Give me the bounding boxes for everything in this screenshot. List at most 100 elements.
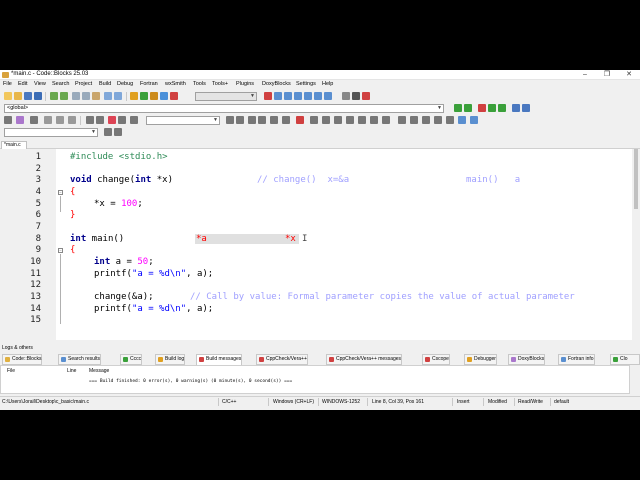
- find-next-icon[interactable]: [236, 116, 244, 124]
- split-icon[interactable]: [410, 116, 418, 124]
- search-select[interactable]: ▼: [146, 116, 220, 125]
- back-icon[interactable]: [86, 116, 94, 124]
- view-icon[interactable]: [446, 116, 454, 124]
- menu-wxsmith[interactable]: wxSmith: [165, 81, 186, 87]
- menu-view[interactable]: View: [34, 81, 46, 87]
- block-comment-icon[interactable]: [56, 116, 64, 124]
- next-change-icon[interactable]: [522, 104, 530, 112]
- menu-help[interactable]: Help: [322, 81, 333, 87]
- debug-icon[interactable]: [264, 92, 272, 100]
- cut-icon[interactable]: [72, 92, 80, 100]
- pointer-icon[interactable]: [296, 116, 304, 124]
- menu-build[interactable]: Build: [99, 81, 111, 87]
- uncomment-icon[interactable]: [68, 116, 76, 124]
- new-file-icon[interactable]: [4, 92, 12, 100]
- vertical-scroll-thumb[interactable]: [634, 149, 638, 209]
- rebuild-icon[interactable]: [160, 92, 168, 100]
- paste-icon[interactable]: [92, 92, 100, 100]
- doxywizard-icon[interactable]: [16, 116, 24, 124]
- symbol-c-icon[interactable]: [470, 116, 478, 124]
- copy-icon[interactable]: [82, 92, 90, 100]
- menu-file[interactable]: File: [3, 81, 12, 87]
- zoom-icon[interactable]: [422, 116, 430, 124]
- build-icon[interactable]: [130, 92, 138, 100]
- regex-icon[interactable]: [130, 116, 138, 124]
- tab-doxyblocks[interactable]: DoxyBlocks: [508, 354, 546, 365]
- next-icon[interactable]: [114, 128, 122, 136]
- save-icon[interactable]: [24, 92, 32, 100]
- tab-cscope[interactable]: Cscope: [422, 354, 450, 365]
- rectangle-icon[interactable]: [310, 116, 318, 124]
- maximize-button[interactable]: ❐: [596, 70, 618, 79]
- tab-cccc[interactable]: Cccc: [120, 354, 143, 365]
- next-bookmark-icon[interactable]: [498, 104, 506, 112]
- column-line[interactable]: Line: [67, 368, 76, 374]
- menu-debug[interactable]: Debug: [117, 81, 133, 87]
- replace-all-icon[interactable]: [258, 116, 266, 124]
- prev-bookmark-icon[interactable]: [488, 104, 496, 112]
- save-all-icon[interactable]: [34, 92, 42, 100]
- list-icon[interactable]: [382, 116, 390, 124]
- match-case-icon[interactable]: [118, 116, 126, 124]
- find-prev-icon[interactable]: [226, 116, 234, 124]
- menu-settings[interactable]: Settings: [296, 81, 316, 87]
- menu-plugins[interactable]: Plugins: [236, 81, 254, 87]
- close-button[interactable]: ✕: [618, 70, 640, 79]
- tab-cppcheck-vera-messages[interactable]: CppCheck/Vera++ messages: [326, 354, 403, 365]
- line-comment-icon[interactable]: [44, 116, 52, 124]
- find-all-icon[interactable]: [248, 116, 256, 124]
- insert-icon[interactable]: [334, 116, 342, 124]
- replace-icon[interactable]: [114, 92, 122, 100]
- menu-project[interactable]: Project: [75, 81, 92, 87]
- grid-icon[interactable]: [346, 116, 354, 124]
- run-icon[interactable]: [140, 92, 148, 100]
- menu-doxyblocks[interactable]: DoxyBlocks: [262, 81, 291, 87]
- menu-search[interactable]: Search: [52, 81, 69, 87]
- tab-cppcheck-vera[interactable]: CppCheck/Vera++: [256, 354, 308, 365]
- step-out-icon[interactable]: [304, 92, 312, 100]
- tab-clo[interactable]: Clo: [610, 354, 640, 365]
- abort-icon[interactable]: [170, 92, 178, 100]
- toggle-bookmark-icon[interactable]: [478, 104, 486, 112]
- redo-icon[interactable]: [60, 92, 68, 100]
- tab-fortran-info[interactable]: Fortran info: [558, 354, 595, 365]
- stop-debugger-icon[interactable]: [362, 92, 370, 100]
- build-target-select[interactable]: ▼: [195, 92, 257, 101]
- tab-debugger[interactable]: Debugger: [464, 354, 497, 365]
- menu-edit[interactable]: Edit: [18, 81, 27, 87]
- jump-forward-icon[interactable]: [464, 104, 472, 112]
- fold-toggle-icon[interactable]: −: [58, 248, 63, 253]
- box-icon[interactable]: [398, 116, 406, 124]
- break-debugger-icon[interactable]: [342, 92, 350, 100]
- fold-toggle-icon[interactable]: −: [58, 190, 63, 195]
- refresh-icon[interactable]: [434, 116, 442, 124]
- menu-tools[interactable]: Tools: [193, 81, 206, 87]
- build-and-run-icon[interactable]: [150, 92, 158, 100]
- goto-icon[interactable]: [270, 116, 278, 124]
- settings-icon[interactable]: [282, 116, 290, 124]
- undo-icon[interactable]: [50, 92, 58, 100]
- tab-build-log[interactable]: Build log: [155, 354, 186, 365]
- step-into-icon[interactable]: [294, 92, 302, 100]
- menu-fortran[interactable]: Fortran: [140, 81, 158, 87]
- tab-search-results[interactable]: Search results: [58, 354, 101, 365]
- tab-build-messages[interactable]: Build messages: [196, 354, 243, 365]
- tab-codeblocks-log[interactable]: Code::Blocks: [2, 354, 43, 365]
- jump-back-icon[interactable]: [454, 104, 462, 112]
- rows-icon[interactable]: [358, 116, 366, 124]
- run-to-cursor-icon[interactable]: [274, 92, 282, 100]
- step-instruction-icon[interactable]: [324, 92, 332, 100]
- open-file-icon[interactable]: [14, 92, 22, 100]
- highlight-icon[interactable]: [108, 116, 116, 124]
- doxy-icon[interactable]: [4, 116, 12, 124]
- table-icon[interactable]: [370, 116, 378, 124]
- column-icon[interactable]: [322, 116, 330, 124]
- symbol-select[interactable]: ▼: [4, 128, 98, 137]
- column-message[interactable]: Message: [89, 368, 109, 374]
- logs-scrollbar[interactable]: [630, 365, 640, 394]
- symbol-s-icon[interactable]: [458, 116, 466, 124]
- tab-main-c[interactable]: *main.c: [1, 141, 27, 149]
- column-file[interactable]: File: [7, 368, 15, 374]
- prev-icon[interactable]: [104, 128, 112, 136]
- next-line-icon[interactable]: [284, 92, 292, 100]
